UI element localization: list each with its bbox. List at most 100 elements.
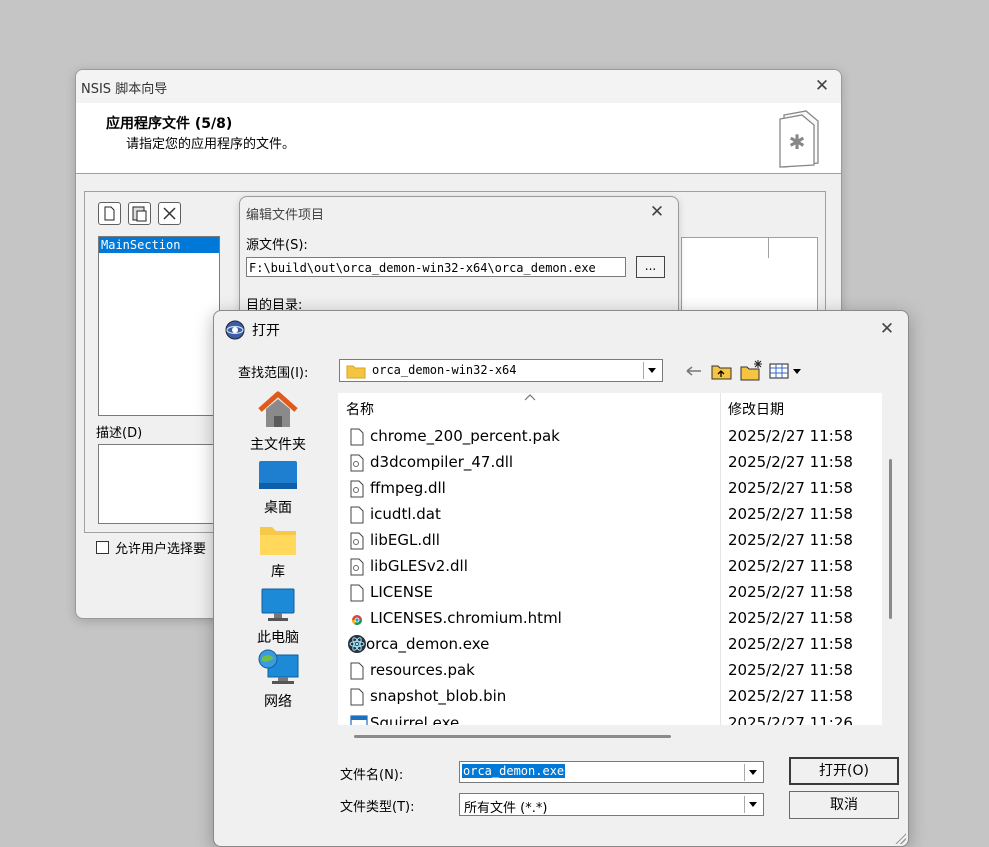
open-button[interactable]: 打开(O) xyxy=(789,757,899,785)
file-row[interactable]: snapshot_blob.bin 2025/2/27 11:58 xyxy=(338,684,882,710)
file-name: orca_demon.exe xyxy=(366,635,490,653)
add-directory-button[interactable] xyxy=(128,202,151,225)
wizard-title: NSIS 脚本向导 xyxy=(81,82,168,97)
place-label-network: 网络 xyxy=(264,694,292,710)
place-this-pc[interactable]: 此电脑 xyxy=(234,587,322,647)
file-icon xyxy=(350,662,364,680)
column-header-date[interactable]: 修改日期 xyxy=(728,399,784,419)
wizard-close-icon[interactable]: ✕ xyxy=(807,76,837,96)
file-row[interactable]: Squirrel.exe 2025/2/27 11:26 xyxy=(338,711,882,725)
sort-ascending-icon xyxy=(524,394,536,401)
file-name-input[interactable]: orca_demon.exe xyxy=(462,764,566,778)
wizard-titlebar: NSIS 脚本向导 ✕ xyxy=(76,70,841,103)
file-date: 2025/2/27 11:58 xyxy=(728,635,853,653)
desktop-icon xyxy=(259,461,297,489)
file-date: 2025/2/27 11:58 xyxy=(728,505,853,523)
up-folder-icon[interactable] xyxy=(711,362,733,380)
look-in-dropdown-arrow[interactable] xyxy=(643,362,660,379)
description-box xyxy=(98,444,220,524)
tree-item-mainsection[interactable]: MainSection xyxy=(99,237,219,253)
new-folder-icon[interactable] xyxy=(740,359,764,381)
place-home[interactable]: 主文件夹 xyxy=(234,390,322,454)
delete-x-icon xyxy=(163,207,176,220)
allow-user-select-checkbox[interactable]: 允许用户选择要 xyxy=(96,538,206,557)
look-in-combo[interactable]: orca_demon-win32-x64 xyxy=(339,359,663,382)
file-row[interactable]: LICENSE 2025/2/27 11:58 xyxy=(338,580,882,606)
new-file-icon xyxy=(104,206,115,221)
file-name: libGLESv2.dll xyxy=(370,557,468,575)
file-type-combo[interactable]: 所有文件 (*.*) xyxy=(459,793,764,816)
edit-dialog-title: 编辑文件项目 xyxy=(246,208,325,223)
document-star-icon: ✱ xyxy=(779,110,819,168)
file-row[interactable]: chrome_200_percent.pak 2025/2/27 11:58 xyxy=(338,424,882,450)
file-name: chrome_200_percent.pak xyxy=(370,427,560,445)
file-name: LICENSES.chromium.html xyxy=(370,609,562,627)
file-name: libEGL.dll xyxy=(370,531,440,549)
file-row[interactable]: libEGL.dll 2025/2/27 11:58 xyxy=(338,528,882,554)
cancel-button[interactable]: 取消 xyxy=(789,791,899,819)
place-desktop[interactable]: 桌面 xyxy=(234,459,322,517)
file-date: 2025/2/27 11:58 xyxy=(728,557,853,575)
file-type-dropdown-arrow[interactable] xyxy=(744,796,761,813)
chevron-down-icon xyxy=(749,770,757,775)
file-row[interactable]: icudtl.dat 2025/2/27 11:58 xyxy=(338,502,882,528)
file-icon xyxy=(350,506,364,524)
browse-button[interactable]: ... xyxy=(636,256,665,278)
section-tree[interactable]: MainSection xyxy=(98,236,220,416)
library-folder-icon xyxy=(260,527,296,555)
checkbox-square[interactable] xyxy=(96,541,109,554)
delete-button[interactable] xyxy=(158,202,181,225)
place-label-home: 主文件夹 xyxy=(250,437,306,453)
file-name: icudtl.dat xyxy=(370,505,441,523)
electron-app-icon xyxy=(348,635,366,653)
open-dialog-title: 打开 xyxy=(252,323,280,339)
file-date: 2025/2/27 11:58 xyxy=(728,687,853,705)
dll-icon xyxy=(350,558,364,576)
file-name: ffmpeg.dll xyxy=(370,479,446,497)
file-name-dropdown-arrow[interactable] xyxy=(744,764,761,781)
place-network[interactable]: 网络 xyxy=(234,649,322,711)
open-file-dialog: 打开 ✕ 查找范围(I): orca_demon-win32-x64 主文件夹 xyxy=(213,310,909,847)
dll-icon xyxy=(350,454,364,472)
file-date: 2025/2/27 11:58 xyxy=(728,427,853,445)
file-row[interactable]: d3dcompiler_47.dll 2025/2/27 11:58 xyxy=(338,450,882,476)
place-label-library: 库 xyxy=(271,564,285,580)
files-grid-header xyxy=(681,237,818,259)
file-icon xyxy=(350,584,364,602)
file-list-view[interactable]: 名称 修改日期 chrome_200_percent.pak 2025/2/27… xyxy=(338,393,882,725)
wizard-header: 应用程序文件 (5/8) 请指定您的应用程序的文件。 ✱ xyxy=(76,103,841,174)
horizontal-scrollbar[interactable] xyxy=(354,735,671,738)
open-dialog-close-icon[interactable]: ✕ xyxy=(872,319,902,339)
column-header-name[interactable]: 名称 xyxy=(346,399,374,419)
dialog-app-icon xyxy=(225,320,245,340)
file-name: LICENSE xyxy=(370,583,433,601)
computer-icon xyxy=(261,588,295,621)
back-arrow-icon[interactable] xyxy=(684,363,704,379)
wizard-heading: 应用程序文件 (5/8) xyxy=(106,116,233,132)
folder-icon xyxy=(346,365,366,379)
look-in-value: orca_demon-win32-x64 xyxy=(372,363,517,377)
paste-files-icon xyxy=(132,206,147,222)
place-library[interactable]: 库 xyxy=(234,523,322,581)
file-type-label: 文件类型(T): xyxy=(340,800,415,815)
file-date: 2025/2/27 11:58 xyxy=(728,531,853,549)
chevron-down-icon xyxy=(648,368,656,373)
source-file-input[interactable]: F:\build\out\orca_demon-win32-x64\orca_d… xyxy=(246,257,626,277)
vertical-scrollbar[interactable] xyxy=(889,459,892,619)
file-name-label: 文件名(N): xyxy=(340,768,404,783)
file-icon xyxy=(350,428,364,446)
file-row[interactable]: resources.pak 2025/2/27 11:58 xyxy=(338,658,882,684)
file-row[interactable]: libGLESv2.dll 2025/2/27 11:58 xyxy=(338,554,882,580)
grid-header-divider xyxy=(768,238,769,258)
resize-grip[interactable] xyxy=(894,832,906,844)
new-file-button[interactable] xyxy=(98,202,121,225)
edit-dialog-close-icon[interactable]: ✕ xyxy=(642,202,672,222)
view-menu-icon[interactable] xyxy=(769,362,807,380)
file-type-value: 所有文件 (*.*) xyxy=(464,801,548,816)
file-row[interactable]: orca_demon.exe 2025/2/27 11:58 xyxy=(338,632,882,658)
file-date: 2025/2/27 11:58 xyxy=(728,479,853,497)
source-file-label: 源文件(S): xyxy=(246,238,308,253)
file-row[interactable]: ffmpeg.dll 2025/2/27 11:58 xyxy=(338,476,882,502)
file-row[interactable]: LICENSES.chromium.html 2025/2/27 11:58 xyxy=(338,606,882,632)
file-name-combo[interactable]: orca_demon.exe xyxy=(459,761,764,783)
